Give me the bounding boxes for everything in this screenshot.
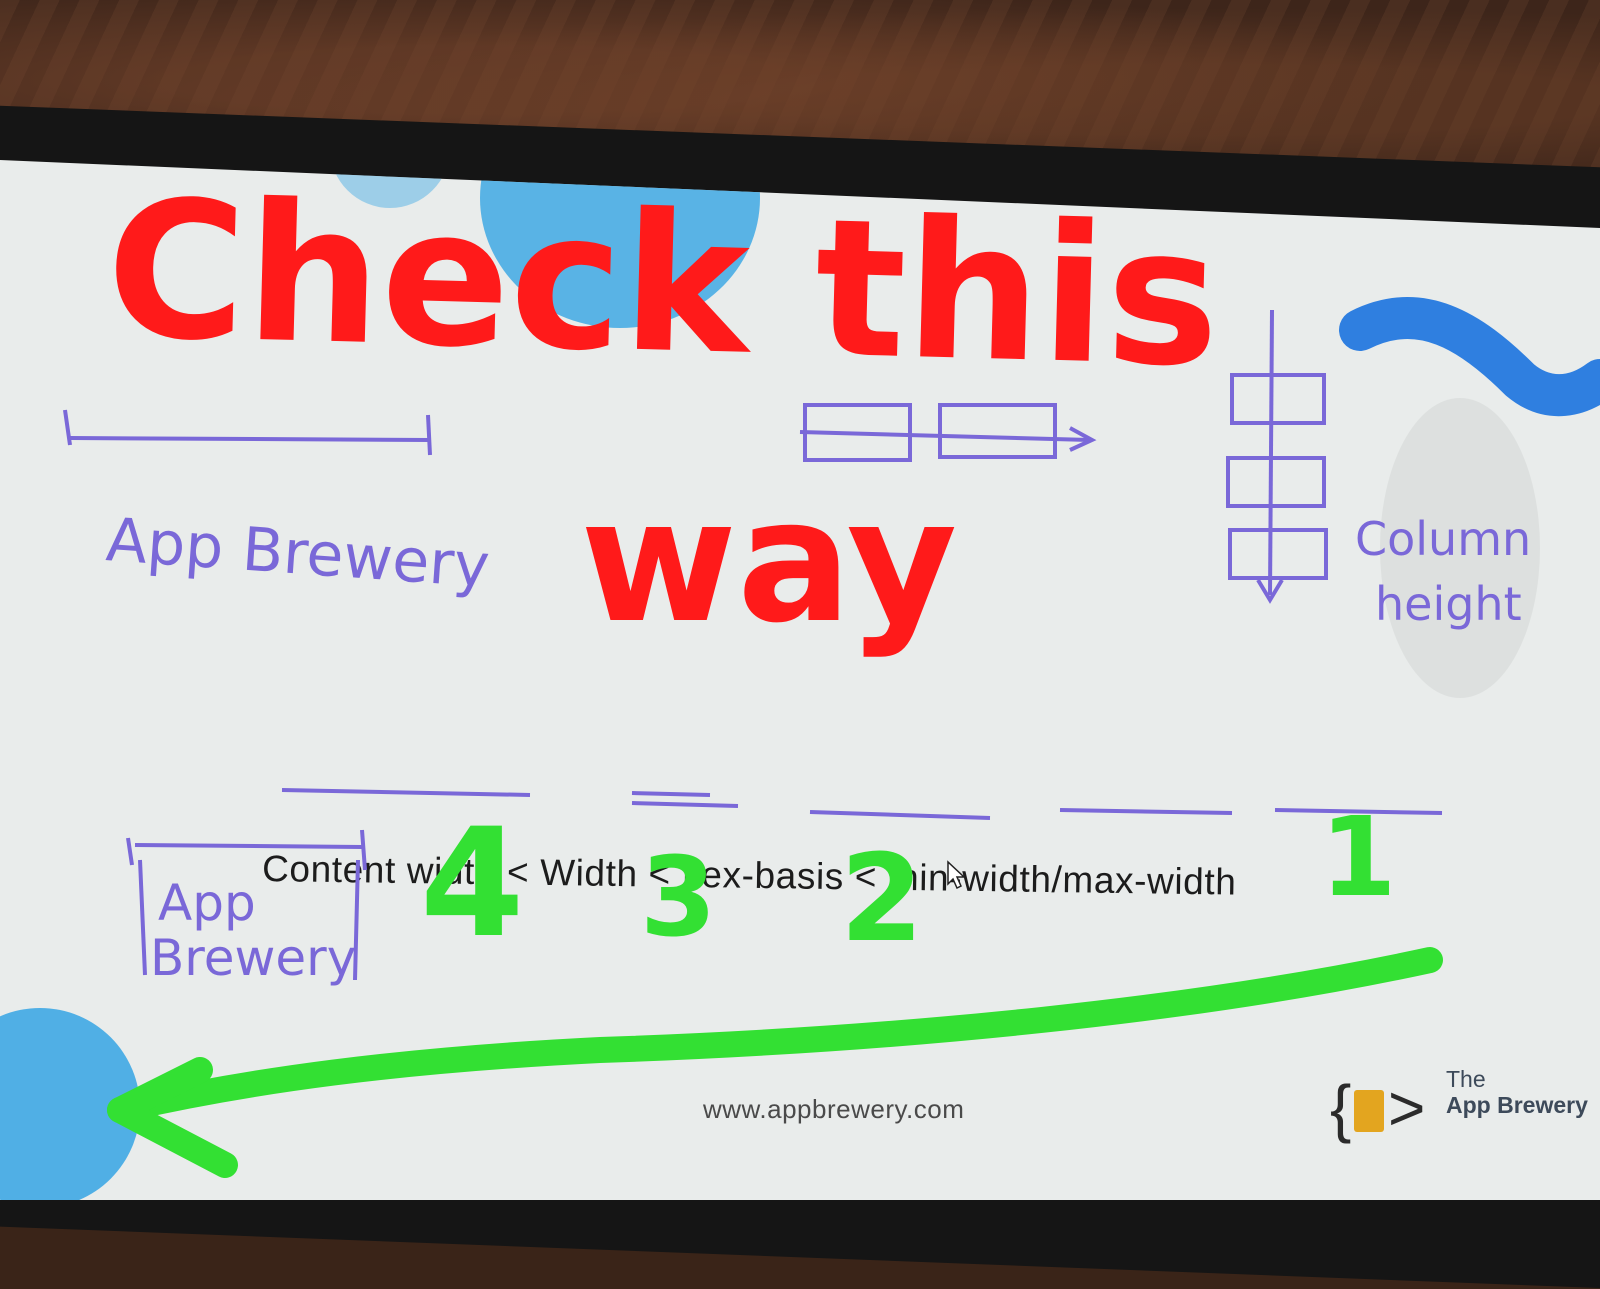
width-bracket-top xyxy=(63,409,432,456)
mouse-cursor-icon xyxy=(947,860,966,890)
purple-box-label-line1: App xyxy=(158,874,256,932)
green-order-arrow xyxy=(107,947,1443,1178)
blue-wave xyxy=(1339,297,1600,417)
rank-2: 2 xyxy=(840,830,924,969)
column-label-line1: Column xyxy=(1355,512,1531,566)
purple-label-top: App Brewery xyxy=(104,505,492,602)
rank-3: 3 xyxy=(640,833,717,961)
row-flex-diagram xyxy=(799,403,1097,462)
rank-1: 1 xyxy=(1320,793,1397,921)
rank-4: 4 xyxy=(420,797,524,971)
column-label-line2: height xyxy=(1375,577,1522,631)
ink-annotations: Check this way App Brewery Column height xyxy=(63,159,1600,1178)
purple-box-label-line2: Brewery xyxy=(150,929,356,987)
red-heading-line2: way xyxy=(580,463,957,661)
column-flex-diagram xyxy=(1226,309,1328,604)
red-heading-line1: Check this xyxy=(104,159,1222,409)
